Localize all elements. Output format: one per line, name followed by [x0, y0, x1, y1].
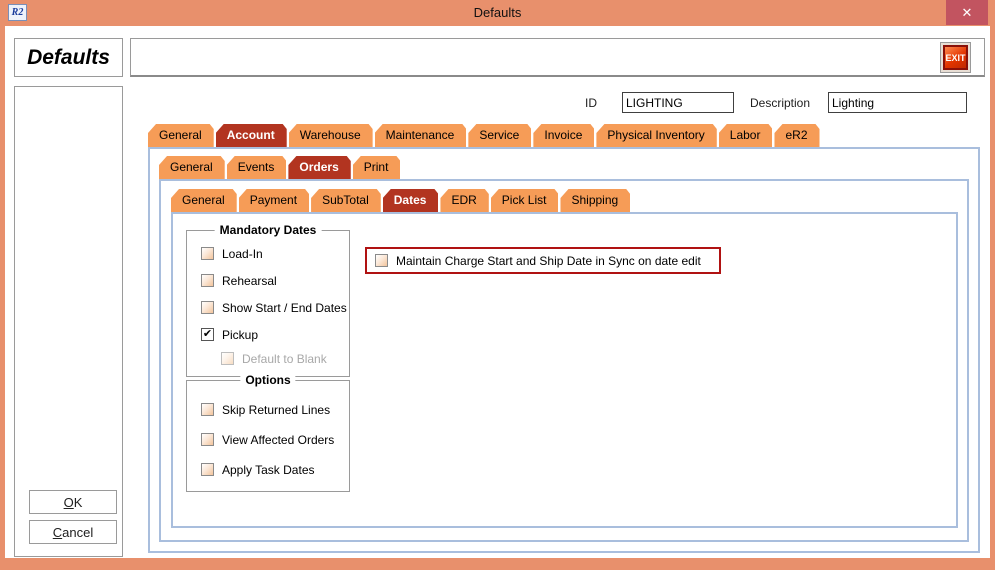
- description-label: Description: [750, 96, 810, 110]
- tab-er2[interactable]: eR2: [774, 124, 819, 147]
- mandatory-dates-group: Mandatory Dates Load-InRehearsalShow Sta…: [186, 230, 350, 377]
- exit-button[interactable]: EXIT: [940, 42, 971, 73]
- tab-edr[interactable]: EDR: [440, 189, 488, 212]
- header-bar: EXIT: [130, 38, 985, 77]
- tabrow-level2: GeneralEventsOrdersPrint: [159, 155, 402, 179]
- tab-labor[interactable]: Labor: [719, 124, 773, 147]
- checkbox-row: Apply Task Dates: [201, 461, 349, 478]
- close-button[interactable]: ✕: [946, 0, 988, 25]
- tab-physical-inventory[interactable]: Physical Inventory: [596, 124, 716, 147]
- id-label: ID: [585, 96, 597, 110]
- tab-general[interactable]: General: [159, 156, 225, 179]
- checkbox-label: Maintain Charge Start and Ship Date in S…: [396, 254, 701, 268]
- group-title: Options: [240, 373, 295, 387]
- checkbox-row: Rehearsal: [201, 272, 349, 289]
- tabrow-level3: GeneralPaymentSubTotalDatesEDRPick ListS…: [171, 188, 632, 212]
- ok-button[interactable]: OK: [29, 490, 117, 514]
- titlebar: R2 Defaults ✕: [0, 0, 995, 26]
- defaults-window: R2 Defaults ✕ Defaults OK Cancel EXIT ID…: [0, 0, 995, 570]
- checkbox-label: Pickup: [222, 328, 258, 342]
- page-title: Defaults: [14, 38, 123, 77]
- unchecked-checkbox[interactable]: [201, 301, 214, 314]
- mandatory-dates-checklist: Load-In Rehearsal Show Start / End Dates ✔ P…: [187, 245, 349, 367]
- checkbox-row: Skip Returned Lines: [201, 401, 349, 418]
- unchecked-checkbox[interactable]: [201, 247, 214, 260]
- unchecked-checkbox[interactable]: [201, 463, 214, 476]
- orders-tab-panel: GeneralPaymentSubTotalDatesEDRPick ListS…: [159, 179, 969, 542]
- checkbox-row: Default to Blank: [221, 350, 349, 367]
- checkbox-label: Skip Returned Lines: [222, 403, 330, 417]
- description-input[interactable]: [828, 92, 967, 113]
- tab-dates[interactable]: Dates: [383, 189, 439, 212]
- tab-general[interactable]: General: [171, 189, 237, 212]
- account-tab-panel: GeneralEventsOrdersPrint GeneralPaymentS…: [148, 147, 980, 553]
- unchecked-checkbox[interactable]: [201, 433, 214, 446]
- dates-tab-content: Mandatory Dates Load-In Rehearsal Show Sta…: [171, 212, 958, 528]
- highlighted-sync-option: Maintain Charge Start and Ship Date in S…: [365, 247, 721, 274]
- checkbox-row: Load-In: [201, 245, 349, 262]
- checkbox-label: Rehearsal: [222, 274, 277, 288]
- unchecked-checkbox[interactable]: [201, 274, 214, 287]
- tab-subtotal[interactable]: SubTotal: [311, 189, 381, 212]
- options-checklist: Skip Returned Lines View Affected Orders A…: [187, 401, 349, 478]
- close-icon: ✕: [962, 5, 973, 21]
- tab-print[interactable]: Print: [353, 156, 401, 179]
- sidebar-panel: OK Cancel: [14, 86, 123, 557]
- checkbox-label: View Affected Orders: [222, 433, 334, 447]
- exit-icon: EXIT: [943, 45, 968, 70]
- checked-checkbox[interactable]: ✔: [201, 328, 214, 341]
- tab-maintenance[interactable]: Maintenance: [375, 124, 467, 147]
- tab-payment[interactable]: Payment: [239, 189, 309, 212]
- tab-invoice[interactable]: Invoice: [533, 124, 594, 147]
- window-title: Defaults: [0, 5, 995, 20]
- tab-shipping[interactable]: Shipping: [560, 189, 630, 212]
- tab-account[interactable]: Account: [216, 124, 287, 147]
- tab-warehouse[interactable]: Warehouse: [289, 124, 373, 147]
- options-group: Options Skip Returned LinesView Affected…: [186, 380, 350, 492]
- checkbox-row: Show Start / End Dates: [201, 299, 349, 316]
- checkbox-label: Load-In: [222, 247, 263, 261]
- tab-pick-list[interactable]: Pick List: [491, 189, 559, 212]
- id-input[interactable]: [622, 92, 734, 113]
- checkbox-label: Apply Task Dates: [222, 463, 315, 477]
- checkbox-row: View Affected Orders: [201, 431, 349, 448]
- unchecked-checkbox[interactable]: [375, 254, 388, 267]
- tab-general[interactable]: General: [148, 124, 214, 147]
- unchecked-checkbox: [221, 352, 234, 365]
- unchecked-checkbox[interactable]: [201, 403, 214, 416]
- group-title: Mandatory Dates: [215, 223, 322, 237]
- window-content: Defaults OK Cancel EXIT ID Description G…: [5, 26, 990, 558]
- checkbox-row: ✔ Pickup: [201, 326, 349, 343]
- tabrow-level1: GeneralAccountWarehouseMaintenanceServic…: [148, 123, 822, 147]
- tab-events[interactable]: Events: [227, 156, 287, 179]
- tab-orders[interactable]: Orders: [288, 156, 350, 179]
- checkbox-label: Show Start / End Dates: [222, 301, 347, 315]
- tab-service[interactable]: Service: [468, 124, 531, 147]
- cancel-button[interactable]: Cancel: [29, 520, 117, 544]
- checkbox-label: Default to Blank: [242, 352, 327, 366]
